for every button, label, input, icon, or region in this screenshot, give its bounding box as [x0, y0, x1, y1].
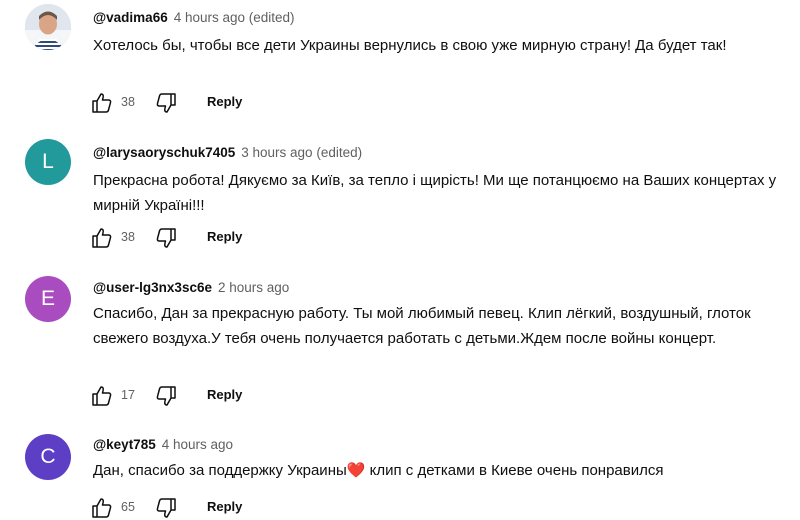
user-photo-icon	[25, 4, 71, 50]
comment-text-start: Дан, спасибо за поддержку Украины	[93, 462, 347, 479]
avatar-letter: C	[40, 445, 56, 468]
like-count: 38	[121, 230, 135, 244]
dislike-icon[interactable]	[154, 496, 178, 520]
avatar[interactable]: E	[25, 276, 71, 322]
author-name[interactable]: @user-lg3nx3sc6e	[93, 280, 212, 295]
comment-text: Дан, спасибо за поддержку Украины❤️ клип…	[93, 459, 783, 484]
like-icon[interactable]	[90, 384, 114, 408]
reply-button[interactable]: Reply	[207, 387, 242, 402]
like-icon[interactable]	[90, 226, 114, 250]
like-icon[interactable]	[90, 91, 114, 115]
author-name[interactable]: @larysaoryschuk7405	[93, 145, 235, 160]
dislike-icon[interactable]	[154, 384, 178, 408]
comment-timestamp[interactable]: 4 hours ago (edited)	[174, 10, 295, 25]
avatar-letter: E	[40, 287, 55, 310]
comment-timestamp[interactable]: 4 hours ago	[162, 437, 233, 452]
like-count: 38	[121, 95, 135, 109]
avatar[interactable]	[25, 4, 71, 50]
author-name[interactable]: @keyt785	[93, 437, 156, 452]
like-count: 17	[121, 388, 135, 402]
comment-header: @larysaoryschuk7405 3 hours ago (edited)	[93, 145, 362, 160]
dislike-icon[interactable]	[154, 226, 178, 250]
comment-text-end: клип с детками в Киеве очень понравился	[365, 462, 664, 479]
avatar[interactable]: C	[25, 434, 71, 480]
like-count: 65	[121, 500, 135, 514]
reply-button[interactable]: Reply	[207, 229, 242, 244]
comment-header: @user-lg3nx3sc6e 2 hours ago	[93, 280, 289, 295]
comment-text: Спасибо, Дан за прекрасную работу. Ты мо…	[93, 305, 751, 347]
comment-timestamp[interactable]: 2 hours ago	[218, 280, 289, 295]
avatar[interactable]: L	[25, 139, 71, 185]
dislike-icon[interactable]	[154, 91, 178, 115]
avatar-letter: L	[42, 150, 54, 173]
comment-header: @keyt785 4 hours ago	[93, 437, 233, 452]
reply-button[interactable]: Reply	[207, 499, 242, 514]
like-icon[interactable]	[90, 496, 114, 520]
reply-button[interactable]: Reply	[207, 94, 242, 109]
comment-header: @vadima66 4 hours ago (edited)	[93, 10, 295, 25]
heart-emoji-icon: ❤️	[346, 462, 366, 479]
comment-text: Прекрасна робота! Дякуємо за Київ, за те…	[93, 172, 777, 214]
comment-timestamp[interactable]: 3 hours ago (edited)	[241, 145, 362, 160]
comment-text: Хотелось бы, чтобы все дети Украины верн…	[93, 37, 727, 54]
author-name[interactable]: @vadima66	[93, 10, 168, 25]
